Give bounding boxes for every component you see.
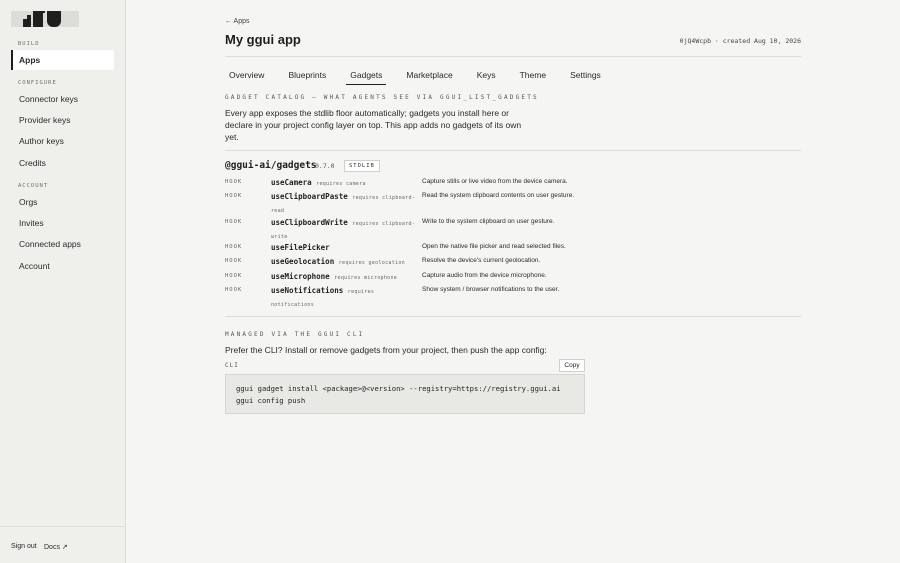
gadget-requirement-cont: notifications [271, 302, 315, 308]
catalog-caption: GADGET CATALOG — WHAT AGENTS SEE VIA GGU… [225, 94, 539, 101]
sidebar-item-orgs[interactable]: Orgs [11, 192, 114, 212]
sidebar-item-account[interactable]: Account [11, 256, 114, 276]
gadget-description: Write to the system clipboard on user ge… [422, 218, 555, 225]
gadget-requirement: requires camera [316, 181, 366, 187]
cli-label: CLI [225, 362, 239, 369]
cli-intro: Prefer the CLI? Install or remove gadget… [225, 345, 547, 355]
sidebar-item-connected-apps[interactable]: Connected apps [11, 234, 114, 254]
sidebar-footer: Sign out Docs ↗ [0, 526, 126, 563]
gadget-requirement: requires microphone [334, 275, 398, 281]
back-to-apps-link[interactable]: ← Apps [225, 18, 250, 25]
tab-overview[interactable]: Overview [225, 70, 268, 85]
copy-button[interactable]: Copy [559, 359, 585, 372]
gadget-name: useGeolocation [271, 257, 335, 266]
gadget-name-cell: useCamera requires camera [271, 177, 421, 190]
cli-caption: MANAGED VIA THE GGUI CLI [225, 331, 365, 338]
gadget-kind: HOOK [225, 219, 243, 225]
sidebar-item-apps[interactable]: Apps [11, 50, 114, 70]
main-content: ← Apps My ggui app 0jQ4Wcpb · created Au… [126, 0, 900, 563]
section-configure-label: CONFIGURE [18, 80, 57, 86]
tab-blueprints[interactable]: Blueprints [284, 70, 330, 85]
docs-link[interactable]: Docs ↗ [44, 543, 68, 551]
divider [225, 56, 801, 57]
gadget-name: useNotifications [271, 286, 344, 295]
gadget-name-cell: useGeolocation requires geolocation [271, 256, 421, 269]
package-name: @ggui-ai/gadgets [225, 160, 317, 171]
gadget-name: useCamera [271, 178, 312, 187]
sidebar-item-provider-keys[interactable]: Provider keys [11, 110, 114, 130]
gadget-kind: HOOK [225, 287, 243, 293]
gadget-requirement: requires clipboard- [352, 221, 416, 227]
tab-gadgets[interactable]: Gadgets [346, 70, 387, 85]
stdlib-badge: STDLIB [344, 160, 380, 172]
gadget-name: useMicrophone [271, 272, 330, 281]
gadget-kind: HOOK [225, 258, 243, 264]
gadget-requirement: requires geolocation [338, 260, 405, 266]
gadget-kind: HOOK [225, 273, 243, 279]
gadget-name-cell: useClipboardPaste requires clipboard-rea… [271, 191, 421, 217]
gadget-name-cell: useClipboardWrite requires clipboard-wri… [271, 217, 421, 243]
tab-bar: Overview Blueprints Gadgets Marketplace … [225, 70, 621, 85]
gadget-name-cell: useNotifications requires notifications [271, 285, 421, 311]
gadget-description: Read the system clipboard contents on us… [422, 192, 575, 199]
gadget-name-cell: useMicrophone requires microphone [271, 271, 421, 284]
section-build-label: BUILD [18, 41, 40, 47]
gadget-description: Open the native file picker and read sel… [422, 243, 566, 250]
gadget-requirement: requires clipboard- [352, 195, 416, 201]
sidebar: BUILD Apps CONFIGURE Connector keys Prov… [0, 0, 126, 563]
gadget-kind: HOOK [225, 193, 243, 199]
catalog-intro-line-1: Every app exposes the stdlib floor autom… [225, 108, 509, 118]
app-meta: 0jQ4Wcpb · created Aug 10, 2026 [679, 37, 801, 45]
sidebar-item-author-keys[interactable]: Author keys [11, 131, 114, 151]
divider [225, 150, 801, 151]
tab-theme[interactable]: Theme [516, 70, 550, 85]
package-version: 0.7.0 [315, 162, 335, 170]
page-title: My ggui app [225, 32, 301, 47]
tab-settings[interactable]: Settings [566, 70, 605, 85]
cli-code-block[interactable]: ggui gadget install <package>@<version> … [225, 374, 585, 414]
gadget-requirement-cont: read [271, 208, 285, 214]
catalog-intro-line-2: declare in your project config layer on … [225, 120, 522, 130]
gadget-requirement-cont: write [271, 234, 288, 240]
gadget-description: Resolve the device's current geolocation… [422, 257, 541, 264]
gadget-name-cell: useFilePicker [271, 242, 421, 253]
gadget-description: Show system / browser notifications to t… [422, 286, 560, 293]
gadget-name: useClipboardWrite [271, 218, 348, 227]
sign-out-link[interactable]: Sign out [11, 543, 37, 550]
gadget-name: useFilePicker [271, 243, 330, 252]
divider [225, 316, 801, 317]
sidebar-item-invites[interactable]: Invites [11, 213, 114, 233]
gadget-kind: HOOK [225, 244, 243, 250]
logo [11, 11, 79, 27]
gadget-name: useClipboardPaste [271, 192, 348, 201]
sidebar-item-connector-keys[interactable]: Connector keys [11, 89, 114, 109]
tab-marketplace[interactable]: Marketplace [402, 70, 456, 85]
gadget-requirement: requires [347, 289, 375, 295]
tab-keys[interactable]: Keys [473, 70, 500, 85]
code-line: ggui gadget install <package>@<version> … [236, 384, 561, 393]
code-line: ggui config push [236, 396, 306, 405]
gadget-description: Capture audio from the device microphone… [422, 272, 547, 279]
sidebar-item-credits[interactable]: Credits [11, 153, 114, 173]
gadget-description: Capture stills or live video from the de… [422, 178, 568, 185]
catalog-intro-line-3: yet. [225, 132, 239, 142]
section-account-label: ACCOUNT [18, 183, 49, 189]
gadget-kind: HOOK [225, 179, 243, 185]
